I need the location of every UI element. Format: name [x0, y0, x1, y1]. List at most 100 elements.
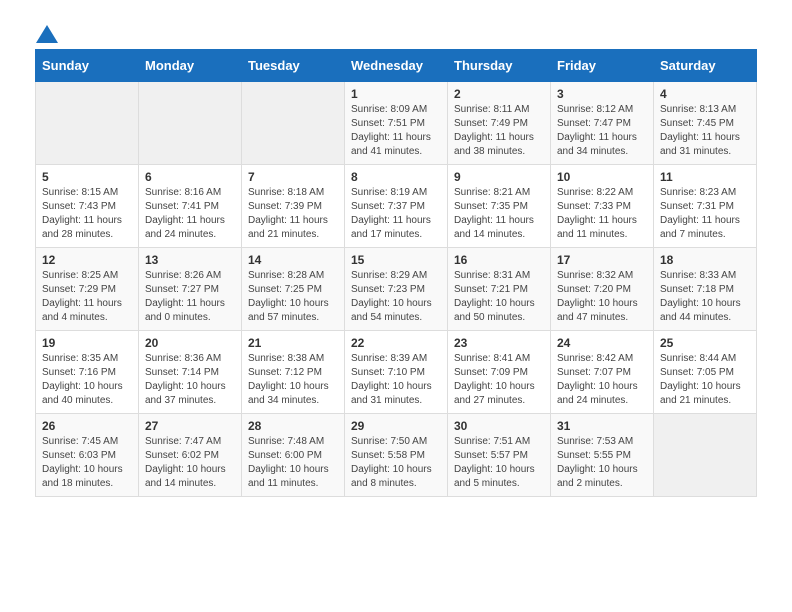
day-number: 7: [248, 170, 338, 184]
day-number: 21: [248, 336, 338, 350]
day-info: Sunrise: 8:26 AM Sunset: 7:27 PM Dayligh…: [145, 269, 235, 325]
day-info: Sunrise: 8:32 AM Sunset: 7:20 PM Dayligh…: [557, 269, 647, 325]
day-number: 18: [660, 253, 750, 267]
day-info: Sunrise: 8:18 AM Sunset: 7:39 PM Dayligh…: [248, 186, 338, 242]
calendar-cell: 23 Sunrise: 8:41 AM Sunset: 7:09 PM Dayli…: [448, 331, 551, 414]
day-number: 11: [660, 170, 750, 184]
day-number: 28: [248, 419, 338, 433]
day-info: Sunrise: 8:25 AM Sunset: 7:29 PM Dayligh…: [42, 269, 132, 325]
calendar-cell: 6Sunrise: 8:16 AM Sunset: 7:41 PM Daylig…: [139, 165, 242, 248]
calendar-cell: 7 Sunrise: 8:18 AM Sunset: 7:39 PM Daylig…: [242, 165, 345, 248]
day-header-tuesday: Tuesday: [242, 50, 345, 82]
day-number: 23: [454, 336, 544, 350]
day-info: Sunrise: 8:21 AM Sunset: 7:35 PM Dayligh…: [454, 186, 544, 242]
day-number: 31: [557, 419, 647, 433]
calendar-week-row: 26 Sunrise: 7:45 AM Sunset: 6:03 PM Dayli…: [36, 414, 757, 497]
calendar-cell: 29 Sunrise: 7:50 AM Sunset: 5:58 PM Dayli…: [345, 414, 448, 497]
day-number: 22: [351, 336, 441, 350]
calendar-cell: 14 Sunrise: 8:28 AM Sunset: 7:25 PM Dayli…: [242, 248, 345, 331]
calendar-cell: 8 Sunrise: 8:19 AM Sunset: 7:37 PM Daylig…: [345, 165, 448, 248]
calendar-cell: 15 Sunrise: 8:29 AM Sunset: 7:23 PM Dayli…: [345, 248, 448, 331]
calendar-cell: 25 Sunrise: 8:44 AM Sunset: 7:05 PM Dayli…: [654, 331, 757, 414]
calendar-cell: 13 Sunrise: 8:26 AM Sunset: 7:27 PM Dayli…: [139, 248, 242, 331]
day-header-thursday: Thursday: [448, 50, 551, 82]
page-header: [20, 15, 772, 44]
day-number: 13: [145, 253, 235, 267]
calendar-cell: 18Sunrise: 8:33 AM Sunset: 7:18 PM Dayli…: [654, 248, 757, 331]
calendar-cell: 28 Sunrise: 7:48 AM Sunset: 6:00 PM Dayli…: [242, 414, 345, 497]
day-header-wednesday: Wednesday: [345, 50, 448, 82]
day-info: Sunrise: 8:29 AM Sunset: 7:23 PM Dayligh…: [351, 269, 441, 325]
calendar-week-row: 1Sunrise: 8:09 AM Sunset: 7:51 PM Daylig…: [36, 82, 757, 165]
day-info: Sunrise: 8:22 AM Sunset: 7:33 PM Dayligh…: [557, 186, 647, 242]
day-info: Sunrise: 8:19 AM Sunset: 7:37 PM Dayligh…: [351, 186, 441, 242]
day-number: 9: [454, 170, 544, 184]
day-info: Sunrise: 8:44 AM Sunset: 7:05 PM Dayligh…: [660, 352, 750, 408]
calendar-cell: 1Sunrise: 8:09 AM Sunset: 7:51 PM Daylig…: [345, 82, 448, 165]
day-number: 29: [351, 419, 441, 433]
day-number: 26: [42, 419, 132, 433]
day-number: 5: [42, 170, 132, 184]
day-info: Sunrise: 8:39 AM Sunset: 7:10 PM Dayligh…: [351, 352, 441, 408]
day-info: Sunrise: 8:42 AM Sunset: 7:07 PM Dayligh…: [557, 352, 647, 408]
day-info: Sunrise: 8:31 AM Sunset: 7:21 PM Dayligh…: [454, 269, 544, 325]
day-info: Sunrise: 8:41 AM Sunset: 7:09 PM Dayligh…: [454, 352, 544, 408]
day-info: Sunrise: 7:51 AM Sunset: 5:57 PM Dayligh…: [454, 435, 544, 491]
day-number: 14: [248, 253, 338, 267]
day-header-sunday: Sunday: [36, 50, 139, 82]
day-number: 17: [557, 253, 647, 267]
day-number: 8: [351, 170, 441, 184]
day-info: Sunrise: 8:12 AM Sunset: 7:47 PM Dayligh…: [557, 103, 647, 159]
day-number: 3: [557, 87, 647, 101]
calendar-cell: 20 Sunrise: 8:36 AM Sunset: 7:14 PM Dayli…: [139, 331, 242, 414]
day-number: 10: [557, 170, 647, 184]
calendar-cell: 10 Sunrise: 8:22 AM Sunset: 7:33 PM Dayli…: [551, 165, 654, 248]
day-number: 20: [145, 336, 235, 350]
calendar-cell: 24 Sunrise: 8:42 AM Sunset: 7:07 PM Dayli…: [551, 331, 654, 414]
calendar-week-row: 19Sunrise: 8:35 AM Sunset: 7:16 PM Dayli…: [36, 331, 757, 414]
day-info: Sunrise: 7:50 AM Sunset: 5:58 PM Dayligh…: [351, 435, 441, 491]
day-header-monday: Monday: [139, 50, 242, 82]
day-number: 2: [454, 87, 544, 101]
day-number: 12: [42, 253, 132, 267]
calendar-cell: 21Sunrise: 8:38 AM Sunset: 7:12 PM Dayli…: [242, 331, 345, 414]
calendar-cell: 30 Sunrise: 7:51 AM Sunset: 5:57 PM Dayli…: [448, 414, 551, 497]
day-info: Sunrise: 8:16 AM Sunset: 7:41 PM Dayligh…: [145, 186, 235, 242]
day-info: Sunrise: 7:48 AM Sunset: 6:00 PM Dayligh…: [248, 435, 338, 491]
day-info: Sunrise: 8:36 AM Sunset: 7:14 PM Dayligh…: [145, 352, 235, 408]
calendar-table: SundayMondayTuesdayWednesdayThursdayFrid…: [35, 49, 757, 497]
calendar-cell: 31 Sunrise: 7:53 AM Sunset: 5:55 PM Dayli…: [551, 414, 654, 497]
calendar-cell: [36, 82, 139, 165]
calendar-header-row: SundayMondayTuesdayWednesdayThursdayFrid…: [36, 50, 757, 82]
calendar-cell: 9 Sunrise: 8:21 AM Sunset: 7:35 PM Daylig…: [448, 165, 551, 248]
calendar-cell: 16 Sunrise: 8:31 AM Sunset: 7:21 PM Dayli…: [448, 248, 551, 331]
day-info: Sunrise: 7:53 AM Sunset: 5:55 PM Dayligh…: [557, 435, 647, 491]
day-info: Sunrise: 7:45 AM Sunset: 6:03 PM Dayligh…: [42, 435, 132, 491]
day-number: 24: [557, 336, 647, 350]
calendar-cell: 27Sunrise: 7:47 AM Sunset: 6:02 PM Dayli…: [139, 414, 242, 497]
calendar-week-row: 12 Sunrise: 8:25 AM Sunset: 7:29 PM Dayli…: [36, 248, 757, 331]
day-number: 16: [454, 253, 544, 267]
calendar-cell: 12 Sunrise: 8:25 AM Sunset: 7:29 PM Dayli…: [36, 248, 139, 331]
day-info: Sunrise: 8:11 AM Sunset: 7:49 PM Dayligh…: [454, 103, 544, 159]
day-number: 15: [351, 253, 441, 267]
day-number: 25: [660, 336, 750, 350]
day-number: 30: [454, 419, 544, 433]
day-header-saturday: Saturday: [654, 50, 757, 82]
day-header-friday: Friday: [551, 50, 654, 82]
day-info: Sunrise: 8:23 AM Sunset: 7:31 PM Dayligh…: [660, 186, 750, 242]
day-info: Sunrise: 8:28 AM Sunset: 7:25 PM Dayligh…: [248, 269, 338, 325]
calendar-week-row: 5 Sunrise: 8:15 AM Sunset: 7:43 PM Daylig…: [36, 165, 757, 248]
calendar-cell: 22 Sunrise: 8:39 AM Sunset: 7:10 PM Dayli…: [345, 331, 448, 414]
calendar-cell: [139, 82, 242, 165]
calendar-cell: [654, 414, 757, 497]
calendar-cell: 26 Sunrise: 7:45 AM Sunset: 6:03 PM Dayli…: [36, 414, 139, 497]
day-info: Sunrise: 8:15 AM Sunset: 7:43 PM Dayligh…: [42, 186, 132, 242]
day-info: Sunrise: 7:47 AM Sunset: 6:02 PM Dayligh…: [145, 435, 235, 491]
day-info: Sunrise: 8:13 AM Sunset: 7:45 PM Dayligh…: [660, 103, 750, 159]
calendar-cell: 17 Sunrise: 8:32 AM Sunset: 7:20 PM Dayli…: [551, 248, 654, 331]
day-info: Sunrise: 8:35 AM Sunset: 7:16 PM Dayligh…: [42, 352, 132, 408]
logo: [35, 25, 59, 39]
logo-icon: [36, 25, 58, 43]
calendar-cell: 19Sunrise: 8:35 AM Sunset: 7:16 PM Dayli…: [36, 331, 139, 414]
